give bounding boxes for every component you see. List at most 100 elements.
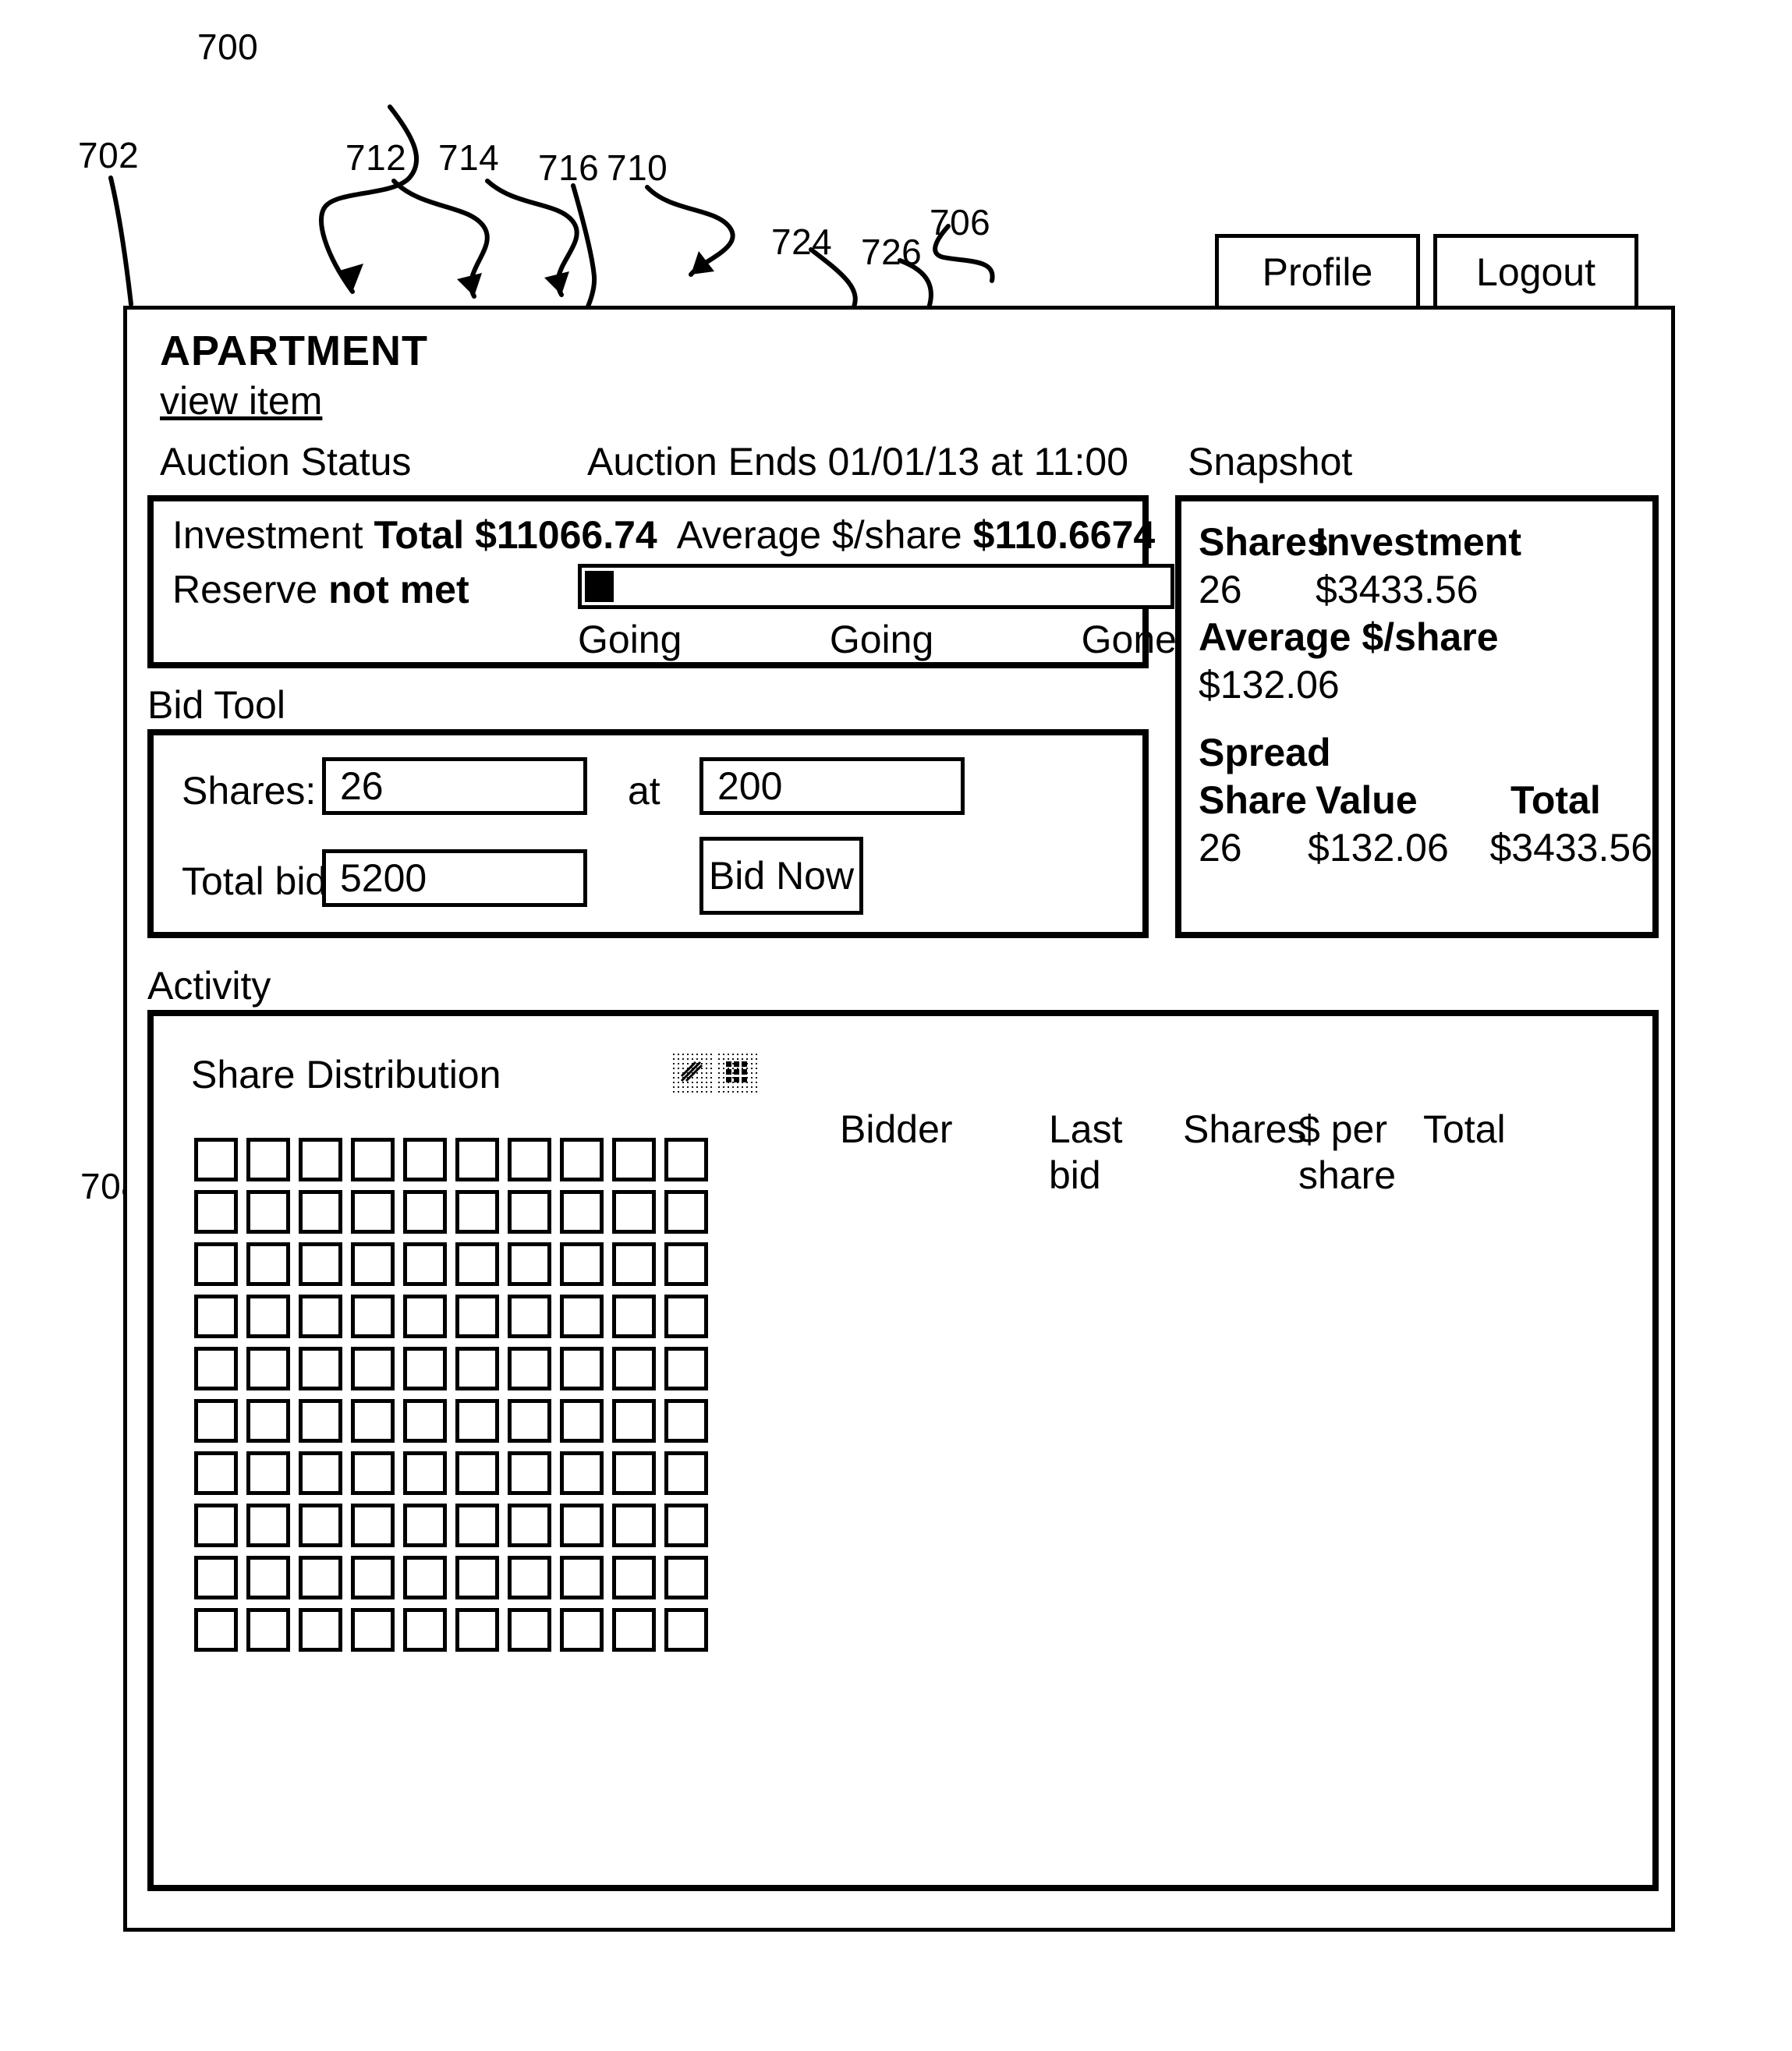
share-grid-cell[interactable] — [246, 1451, 290, 1495]
share-grid-cell[interactable] — [351, 1242, 395, 1286]
share-grid-cell[interactable] — [351, 1608, 395, 1652]
share-grid-cell[interactable] — [560, 1347, 604, 1390]
share-grid-cell[interactable] — [455, 1190, 499, 1234]
share-grid-cell[interactable] — [664, 1347, 708, 1390]
share-grid-cell[interactable] — [246, 1190, 290, 1234]
share-grid-cell[interactable] — [246, 1347, 290, 1390]
share-grid-cell[interactable] — [246, 1242, 290, 1286]
share-grid-cell[interactable] — [455, 1347, 499, 1390]
share-grid-cell[interactable] — [612, 1190, 656, 1234]
share-grid-cell[interactable] — [403, 1451, 447, 1495]
share-grid-cell[interactable] — [403, 1190, 447, 1234]
column-header-last-bid[interactable]: Last bid — [1049, 1107, 1183, 1199]
share-grid-cell[interactable] — [612, 1347, 656, 1390]
column-header-total[interactable]: Total — [1423, 1107, 1548, 1199]
share-grid-cell[interactable] — [508, 1295, 551, 1338]
share-grid-cell[interactable] — [403, 1138, 447, 1181]
share-grid-cell[interactable] — [299, 1504, 342, 1547]
share-grid-cell[interactable] — [508, 1556, 551, 1599]
share-grid-cell[interactable] — [351, 1190, 395, 1234]
chart-view-icon[interactable] — [671, 1052, 712, 1093]
share-grid-cell[interactable] — [612, 1138, 656, 1181]
share-grid-cell[interactable] — [560, 1556, 604, 1599]
share-grid-cell[interactable] — [508, 1190, 551, 1234]
share-grid-cell[interactable] — [403, 1556, 447, 1599]
share-grid-cell[interactable] — [246, 1399, 290, 1443]
share-grid-cell[interactable] — [664, 1556, 708, 1599]
share-grid-cell[interactable] — [194, 1556, 238, 1599]
share-grid-cell[interactable] — [246, 1556, 290, 1599]
share-grid-cell[interactable] — [403, 1399, 447, 1443]
view-item-link[interactable]: view item — [160, 378, 322, 423]
share-grid-cell[interactable] — [508, 1451, 551, 1495]
share-grid-cell[interactable] — [351, 1295, 395, 1338]
share-grid-cell[interactable] — [612, 1608, 656, 1652]
share-grid-cell[interactable] — [455, 1295, 499, 1338]
share-grid-cell[interactable] — [351, 1399, 395, 1443]
share-grid-cell[interactable] — [455, 1608, 499, 1652]
share-grid-cell[interactable] — [455, 1451, 499, 1495]
share-grid-cell[interactable] — [560, 1608, 604, 1652]
share-grid-cell[interactable] — [612, 1556, 656, 1599]
column-header-per-share[interactable]: $ per share — [1298, 1107, 1423, 1199]
share-grid-cell[interactable] — [299, 1295, 342, 1338]
share-grid-cell[interactable] — [664, 1190, 708, 1234]
tab-logout[interactable]: Logout — [1433, 234, 1638, 306]
share-grid-cell[interactable] — [403, 1242, 447, 1286]
share-grid-cell[interactable] — [299, 1608, 342, 1652]
share-grid-cell[interactable] — [246, 1608, 290, 1652]
share-grid-cell[interactable] — [403, 1504, 447, 1547]
share-grid-cell[interactable] — [299, 1242, 342, 1286]
share-grid-cell[interactable] — [508, 1608, 551, 1652]
share-grid-cell[interactable] — [246, 1138, 290, 1181]
share-grid-cell[interactable] — [664, 1138, 708, 1181]
share-grid-cell[interactable] — [455, 1399, 499, 1443]
tab-profile[interactable]: Profile — [1215, 234, 1420, 306]
share-grid-cell[interactable] — [246, 1295, 290, 1338]
share-grid-cell[interactable] — [664, 1242, 708, 1286]
share-grid-cell[interactable] — [194, 1295, 238, 1338]
share-grid-cell[interactable] — [194, 1608, 238, 1652]
share-grid-cell[interactable] — [664, 1451, 708, 1495]
share-grid-cell[interactable] — [508, 1399, 551, 1443]
share-grid-cell[interactable] — [194, 1190, 238, 1234]
column-header-bidder[interactable]: Bidder — [840, 1107, 1049, 1199]
share-grid-cell[interactable] — [664, 1608, 708, 1652]
column-header-shares[interactable]: Shares — [1183, 1107, 1306, 1199]
share-grid-cell[interactable] — [351, 1556, 395, 1599]
shares-input[interactable] — [322, 757, 587, 815]
share-grid-cell[interactable] — [612, 1504, 656, 1547]
share-grid-cell[interactable] — [664, 1399, 708, 1443]
share-grid-cell[interactable] — [508, 1347, 551, 1390]
price-per-share-input[interactable] — [699, 757, 965, 815]
total-bid-input[interactable] — [322, 849, 587, 907]
share-grid-cell[interactable] — [299, 1451, 342, 1495]
share-grid-cell[interactable] — [299, 1190, 342, 1234]
share-grid-cell[interactable] — [664, 1295, 708, 1338]
share-grid-cell[interactable] — [194, 1451, 238, 1495]
share-grid-cell[interactable] — [612, 1451, 656, 1495]
share-grid-cell[interactable] — [194, 1138, 238, 1181]
share-grid-cell[interactable] — [194, 1347, 238, 1390]
share-grid-cell[interactable] — [299, 1556, 342, 1599]
share-grid-cell[interactable] — [455, 1556, 499, 1599]
bid-now-button[interactable]: Bid Now — [699, 837, 863, 915]
share-grid-cell[interactable] — [455, 1504, 499, 1547]
share-grid-cell[interactable] — [560, 1295, 604, 1338]
share-grid-cell[interactable] — [455, 1138, 499, 1181]
share-grid-cell[interactable] — [194, 1504, 238, 1547]
share-grid-cell[interactable] — [403, 1608, 447, 1652]
share-grid-cell[interactable] — [560, 1242, 604, 1286]
share-grid-cell[interactable] — [612, 1295, 656, 1338]
share-grid-cell[interactable] — [508, 1138, 551, 1181]
share-grid-cell[interactable] — [560, 1504, 604, 1547]
share-grid-cell[interactable] — [351, 1347, 395, 1390]
share-grid-cell[interactable] — [299, 1347, 342, 1390]
share-distribution-grid[interactable] — [194, 1138, 708, 1652]
share-grid-cell[interactable] — [664, 1504, 708, 1547]
share-grid-cell[interactable] — [612, 1399, 656, 1443]
share-grid-cell[interactable] — [560, 1451, 604, 1495]
share-grid-cell[interactable] — [351, 1504, 395, 1547]
share-grid-cell[interactable] — [403, 1295, 447, 1338]
share-grid-cell[interactable] — [194, 1399, 238, 1443]
